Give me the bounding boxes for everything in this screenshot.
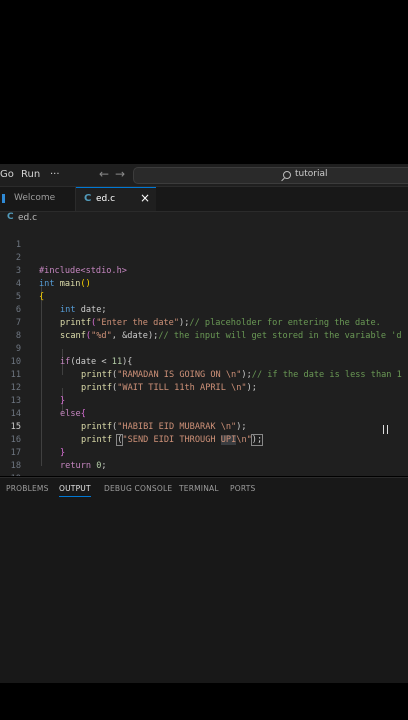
tab-ed-c-label: ed.c bbox=[96, 194, 116, 204]
code-editor[interactable]: 1 2 #include<stdio.h> 3 int main() 4 { 5… bbox=[0, 226, 408, 476]
code-line: 2 #include<stdio.h> bbox=[0, 239, 408, 276]
breadcrumb-file[interactable]: ed.c bbox=[18, 213, 37, 223]
code-line: 8 bbox=[0, 317, 408, 341]
title-bar: Go Run ··· ← → tutorial bbox=[0, 164, 408, 187]
code-line: 4 { bbox=[0, 265, 408, 302]
tab-ports[interactable]: PORTS bbox=[230, 484, 255, 493]
code-line: 7 scanf("%d", &date);// the input will g… bbox=[0, 304, 408, 341]
search-icon bbox=[283, 171, 291, 179]
bottom-panel: PROBLEMS OUTPUT DEBUG CONSOLE TERMINAL P… bbox=[0, 477, 408, 683]
code-line: 1 bbox=[0, 226, 408, 250]
code-line: 14 printf("HABIBI EID MUBARAK \n"); bbox=[0, 395, 408, 432]
code-line: 6 printf("Enter the date");// placeholde… bbox=[0, 291, 408, 328]
vscode-logo-icon bbox=[2, 194, 11, 203]
breadcrumb: C ed.c bbox=[0, 212, 408, 226]
code-line: 12 } bbox=[0, 369, 408, 406]
code-line: 19 } bbox=[0, 460, 408, 476]
close-icon[interactable]: × bbox=[140, 191, 150, 205]
editor-tab-bar: Welcome C ed.c × bbox=[0, 187, 408, 212]
menu-run[interactable]: Run bbox=[21, 169, 40, 180]
c-file-icon: C bbox=[7, 212, 14, 222]
tab-terminal[interactable]: TERMINAL bbox=[179, 484, 219, 493]
code-line: 10 printf("RAMADAN IS GOING ON \n");// i… bbox=[0, 343, 408, 380]
menu-more[interactable]: ··· bbox=[50, 169, 60, 180]
tab-output[interactable]: OUTPUT bbox=[59, 484, 91, 497]
line-number: 19 bbox=[0, 473, 21, 476]
tab-debug-console[interactable]: DEBUG CONSOLE bbox=[104, 484, 172, 493]
code-line: 16 } bbox=[0, 421, 408, 458]
tab-welcome-label: Welcome bbox=[14, 193, 56, 203]
menu-go[interactable]: Go bbox=[0, 169, 14, 180]
search-text: tutorial bbox=[295, 169, 328, 179]
code-line: 11 printf("WAIT TILL 11th APRIL \n"); bbox=[0, 356, 408, 393]
forward-arrow-icon[interactable]: → bbox=[115, 167, 125, 181]
code-line: 18 bbox=[0, 447, 408, 471]
code-line: 3 int main() bbox=[0, 252, 408, 289]
command-center-search[interactable]: tutorial bbox=[133, 167, 408, 184]
tab-problems[interactable]: PROBLEMS bbox=[6, 484, 49, 493]
back-arrow-icon[interactable]: ← bbox=[99, 167, 109, 181]
code-line: 13 else{ bbox=[0, 382, 408, 419]
code-line-active: 15 printf ("SEND EIDI THROUGH UPI\n"); bbox=[0, 408, 408, 446]
tab-ed-c[interactable]: C ed.c × bbox=[76, 187, 156, 211]
c-file-icon: C bbox=[84, 193, 92, 204]
mouse-cursor-icon bbox=[383, 425, 388, 434]
tab-welcome[interactable]: Welcome bbox=[0, 187, 76, 211]
code-line: 17 return 0; bbox=[0, 434, 408, 471]
code-line: 9 if(date < 11){ bbox=[0, 330, 408, 367]
code-line: 5 int date; bbox=[0, 278, 408, 315]
